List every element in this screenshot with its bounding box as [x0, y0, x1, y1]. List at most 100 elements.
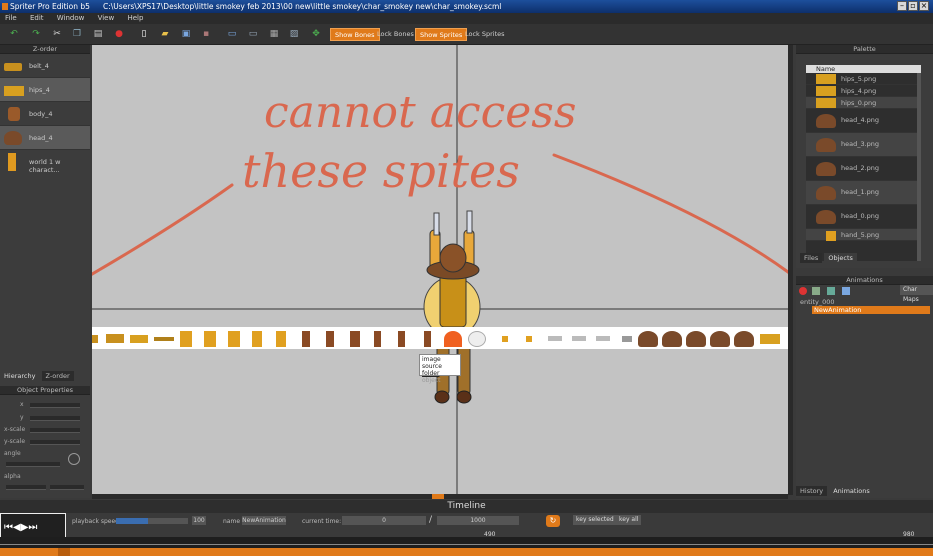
y-field[interactable] — [30, 416, 80, 421]
copy-icon[interactable]: ❐ — [72, 29, 82, 39]
sprite-item[interactable] — [468, 331, 486, 347]
sprite-item[interactable] — [760, 334, 780, 344]
palette-item[interactable]: head_3.png — [806, 133, 921, 157]
sprite-item[interactable] — [710, 331, 730, 347]
alpha-slider[interactable] — [50, 485, 84, 490]
sprite-item[interactable] — [350, 331, 360, 347]
sprite-item[interactable] — [572, 336, 586, 341]
grid-icon[interactable]: ▦ — [269, 29, 279, 39]
tab-hierarchy[interactable]: Hierarchy — [0, 371, 40, 381]
sprite-item[interactable] — [92, 335, 98, 343]
key-selected-button[interactable]: key selected — [573, 515, 617, 525]
save-as-icon[interactable]: ▪ — [201, 29, 211, 39]
sprite-item[interactable] — [502, 336, 508, 342]
palette-item[interactable]: hand_5.png — [806, 229, 921, 241]
entity-item[interactable]: entity_000 — [800, 298, 835, 306]
sprite-item[interactable] — [444, 331, 462, 347]
sprite-item[interactable] — [302, 331, 310, 347]
lock-sprites-toggle[interactable]: Lock Sprites — [461, 28, 509, 41]
palette-item[interactable]: hips_5.png — [806, 73, 921, 85]
key-all-button[interactable]: key all — [616, 515, 642, 525]
canvas-horizontal-scrollbar[interactable] — [92, 494, 788, 499]
tooltip-object[interactable]: object — [422, 377, 441, 384]
tab-animations[interactable]: Animations — [829, 486, 874, 496]
show-sprites-toggle[interactable]: Show Sprites — [415, 28, 468, 41]
animation-item[interactable]: NewAnimation — [812, 306, 930, 314]
sprite-item[interactable] — [638, 331, 658, 347]
new-file-icon[interactable]: ▯ — [139, 29, 149, 39]
paste-icon[interactable]: ▤ — [93, 29, 103, 39]
window-icon[interactable]: ▭ — [227, 29, 237, 39]
angle-dial[interactable] — [68, 453, 80, 465]
cut-icon[interactable]: ✂ — [52, 29, 62, 39]
tab-objects[interactable]: Objects — [824, 253, 857, 263]
undo-icon[interactable]: ↶ — [9, 29, 19, 39]
palette-item[interactable]: head_0.png — [806, 205, 921, 229]
palette-scrollbar[interactable] — [917, 73, 921, 261]
zorder-item[interactable]: body_4 — [0, 102, 90, 126]
sprite-item[interactable] — [252, 331, 262, 347]
sprite-item[interactable] — [734, 331, 754, 347]
menu-help[interactable]: Help — [127, 14, 143, 22]
sprite-item[interactable] — [154, 337, 174, 341]
sprite-item[interactable] — [326, 331, 334, 347]
sprite-item[interactable] — [548, 336, 562, 341]
palette-list[interactable]: hips_5.png hips_4.png hips_0.png head_4.… — [806, 73, 921, 261]
palette-item[interactable]: hips_4.png — [806, 85, 921, 97]
fit-view-icon[interactable]: ✥ — [311, 29, 321, 39]
scroll-thumb[interactable] — [432, 494, 444, 499]
timeline-ruler[interactable]: 490 980 — [0, 531, 933, 548]
sprite-item[interactable] — [130, 335, 148, 343]
lock-bones-toggle[interactable]: Lock Bones — [373, 28, 418, 41]
sprite-item[interactable] — [398, 331, 405, 347]
skip-start-icon[interactable]: ⏮ — [4, 522, 13, 533]
duplicate-animation-icon[interactable] — [842, 287, 850, 295]
current-time-field[interactable]: 0 — [342, 516, 426, 525]
sprite-item[interactable] — [622, 336, 632, 342]
zorder-item[interactable]: hips_4 — [0, 78, 90, 102]
palette-item[interactable]: head_4.png — [806, 109, 921, 133]
y-scale-field[interactable] — [30, 440, 80, 445]
palette-item[interactable]: hips_0.png — [806, 97, 921, 109]
sprite-item[interactable] — [106, 334, 124, 343]
image-icon[interactable]: ▨ — [289, 29, 299, 39]
timeline-track[interactable] — [0, 548, 933, 556]
zorder-item[interactable]: head_4 — [0, 126, 90, 150]
add-entity-icon[interactable] — [812, 287, 820, 295]
editor-canvas[interactable]: cannot access these spites — [92, 45, 788, 495]
minimize-button[interactable]: – — [897, 1, 907, 11]
menu-file[interactable]: File — [5, 14, 17, 22]
x-field[interactable] — [30, 403, 80, 408]
char-maps-button[interactable]: Char Maps — [900, 285, 933, 303]
save-icon[interactable]: ▣ — [181, 29, 191, 39]
x-scale-field[interactable] — [30, 428, 80, 433]
tab-history[interactable]: History — [796, 486, 828, 496]
angle-field[interactable] — [6, 462, 60, 467]
menu-window[interactable]: Window — [57, 14, 85, 22]
sprite-item[interactable] — [276, 331, 286, 347]
zorder-item[interactable]: belt_4 — [0, 54, 90, 78]
palette-column-header[interactable]: Name — [806, 65, 921, 73]
add-animation-icon[interactable] — [827, 287, 835, 295]
maximize-button[interactable]: ▫ — [908, 1, 918, 11]
alpha-field[interactable] — [6, 485, 46, 490]
animation-name-field[interactable]: NewAnimation — [242, 516, 286, 525]
skip-end-icon[interactable]: ⏭ — [28, 522, 37, 533]
canvas-vertical-scrollbar[interactable] — [788, 45, 793, 495]
keyframe-marker[interactable] — [58, 548, 70, 556]
sprite-item[interactable] — [204, 331, 216, 347]
menu-view[interactable]: View — [98, 14, 115, 22]
sprite-item[interactable] — [686, 331, 706, 347]
loop-icon[interactable]: ↻ — [546, 515, 560, 527]
sprite-item[interactable] — [228, 331, 240, 347]
sprite-item[interactable] — [596, 336, 610, 341]
sprite-item[interactable] — [662, 331, 682, 347]
sprite-item[interactable] — [526, 336, 532, 342]
zorder-item[interactable]: world 1 w charact... — [0, 150, 90, 174]
delete-animation-icon[interactable] — [799, 287, 807, 295]
tooltip-folder[interactable]: folder — [422, 370, 439, 377]
open-folder-icon[interactable]: ▰ — [160, 29, 170, 39]
tab-files[interactable]: Files — [800, 253, 823, 263]
palette-item[interactable]: head_1.png — [806, 181, 921, 205]
sprite-item[interactable] — [180, 331, 192, 347]
